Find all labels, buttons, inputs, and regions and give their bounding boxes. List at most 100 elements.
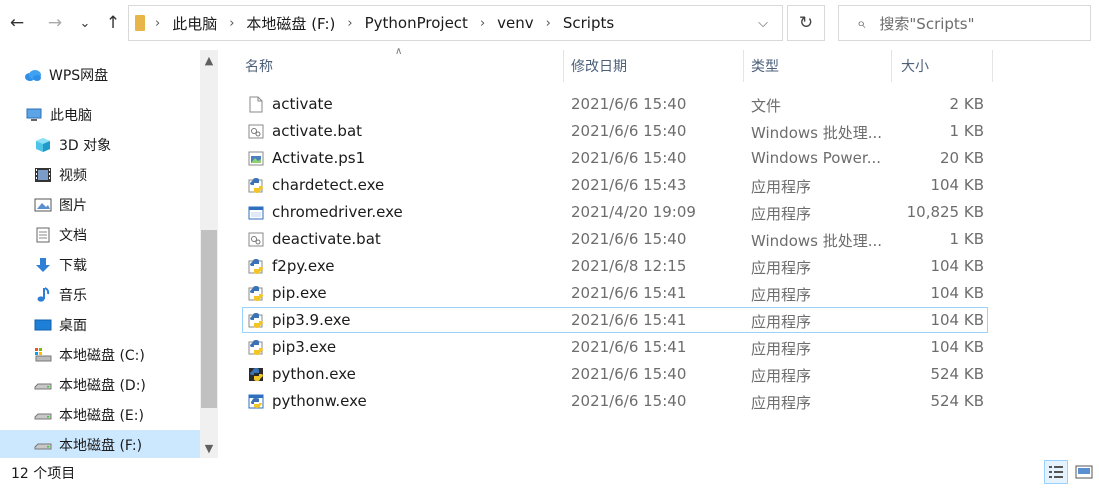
forward-button[interactable]: → [41,8,69,38]
file-size: 104 KB [930,284,984,302]
file-row[interactable]: python.exe 2021/6/6 15:40 应用程序 524 KB [242,361,988,387]
file-row[interactable]: pythonw.exe 2021/6/6 15:40 应用程序 524 KB [242,388,988,414]
breadcrumb-drive-f[interactable]: 本地磁盘 (F:) [246,13,335,34]
file-modified-date: 2021/6/6 15:41 [571,338,687,356]
breadcrumb-scripts[interactable]: Scripts [563,14,614,32]
column-divider[interactable] [992,50,993,82]
column-divider[interactable] [891,50,892,82]
file-type: Windows Power... [751,149,882,167]
back-button[interactable]: ← [3,8,31,38]
sidebar-scrollbar[interactable]: ▲ ▼ [200,50,218,458]
file-modified-date: 2021/6/6 15:41 [571,311,687,329]
file-type: 文件 [751,97,782,115]
recent-locations-button[interactable]: ⌄ [74,8,96,38]
column-header-name[interactable]: 名称 [245,50,563,82]
column-divider[interactable] [563,50,564,82]
file-row[interactable]: pip.exe 2021/6/6 15:41 应用程序 104 KB [242,280,988,306]
sidebar-item-drive-f[interactable]: 本地磁盘 (F:) [0,430,218,458]
column-header-label: 名称 [245,59,273,75]
app-window-icon [248,204,264,221]
large-icons-view-icon [1075,465,1093,479]
column-divider[interactable] [743,50,744,82]
breadcrumb-separator-icon: › [479,15,486,31]
file-modified-date: 2021/6/8 12:15 [571,257,687,275]
file-size: 104 KB [930,338,984,356]
file-name: chromedriver.exe [272,203,403,221]
sidebar-item-documents[interactable]: 文档 [0,220,218,250]
address-bar[interactable]: › 此电脑 › 本地磁盘 (F:) › PythonProject › venv… [128,5,783,41]
batch-file-icon [248,231,264,248]
status-item-count: 12 个项目 [11,466,76,482]
details-view-button[interactable] [1044,460,1068,484]
file-row[interactable]: Activate.ps1 2021/6/6 15:40 Windows Power.… [242,145,988,171]
file-name: activate.bat [272,122,363,140]
python-window-icon [248,393,264,410]
chevron-down-icon: ⌄ [79,15,91,31]
refresh-button[interactable]: ↻ [787,5,825,41]
file-type: 应用程序 [751,286,812,304]
python-exe-icon [248,177,264,194]
scrollbar-thumb[interactable] [201,230,217,408]
file-row[interactable]: pip3.exe 2021/6/6 15:41 应用程序 104 KB [242,334,988,360]
file-name: f2py.exe [272,257,335,275]
sidebar-item-label: 此电脑 [50,108,92,124]
sidebar-item-3d-objects[interactable]: 3D 对象 [0,130,218,160]
file-name: pip3.9.exe [272,311,351,329]
sidebar-item-music[interactable]: 音乐 [0,280,218,310]
sidebar-item-label: 桌面 [59,318,87,334]
scroll-up-arrow-icon[interactable]: ▲ [200,50,218,70]
pictures-icon [34,198,52,212]
file-size: 104 KB [930,257,984,275]
address-dropdown-icon[interactable]: ⌵ [750,6,776,40]
sidebar-item-label: 本地磁盘 (C:) [59,348,145,364]
file-row[interactable]: deactivate.bat 2021/6/6 15:40 Windows 批处理.… [242,226,988,252]
file-icon [248,96,264,113]
scroll-down-arrow-icon[interactable]: ▼ [200,438,218,458]
large-icons-view-button[interactable] [1072,460,1096,484]
file-row[interactable]: chromedriver.exe 2021/4/20 19:09 应用程序 10,82… [242,199,988,225]
file-modified-date: 2021/4/20 19:09 [571,203,696,221]
cloud-icon [25,70,41,81]
documents-icon [36,227,50,243]
powershell-file-icon [248,150,264,167]
sidebar-item-videos[interactable]: 视频 [0,160,218,190]
python-console-icon [248,366,264,383]
batch-file-icon [248,123,264,140]
system-drive-icon [35,348,52,362]
breadcrumb-venv[interactable]: venv [497,14,534,32]
sidebar-item-label: 视频 [59,168,87,184]
file-row[interactable]: pip3.9.exe 2021/6/6 15:41 应用程序 104 KB [242,307,988,333]
file-modified-date: 2021/6/6 15:41 [571,284,687,302]
sidebar-item-wps-cloud[interactable]: WPS网盘 [0,60,218,90]
python-exe-icon [248,258,264,275]
column-header-date[interactable]: 修改日期 [571,50,743,82]
sidebar-item-pictures[interactable]: 图片 [0,190,218,220]
sidebar-item-drive-e[interactable]: 本地磁盘 (E:) [0,400,218,430]
file-size: 1 KB [949,122,984,140]
file-row[interactable]: chardetect.exe 2021/6/6 15:43 应用程序 104 KB [242,172,988,198]
sidebar-item-desktop[interactable]: 桌面 [0,310,218,340]
sidebar-item-drive-c[interactable]: 本地磁盘 (C:) [0,340,218,370]
column-header-type[interactable]: 类型 [751,50,891,82]
column-header-size[interactable]: 大小 [901,50,991,82]
breadcrumb-pythonproject[interactable]: PythonProject [365,14,468,32]
file-row[interactable]: f2py.exe 2021/6/8 12:15 应用程序 104 KB [242,253,988,279]
up-button[interactable]: ↑ [99,8,127,38]
file-name: pip.exe [272,284,327,302]
file-row[interactable]: activate 2021/6/6 15:40 文件 2 KB [242,91,988,117]
search-box[interactable]: ⌕ 搜索"Scripts" [838,5,1091,41]
file-name: python.exe [272,365,356,383]
file-type: 应用程序 [751,178,812,196]
sidebar-item-drive-d[interactable]: 本地磁盘 (D:) [0,370,218,400]
file-size: 104 KB [930,311,984,329]
file-type: 应用程序 [751,367,812,385]
sidebar-item-this-pc[interactable]: 此电脑 [0,100,218,130]
sidebar-item-downloads[interactable]: 下载 [0,250,218,280]
navigation-pane[interactable]: WPS网盘 此电脑 3D 对象 视频 图片 文档 下载 音乐 桌面 本地磁盘 (… [0,50,218,458]
file-row[interactable]: activate.bat 2021/6/6 15:40 Windows 批处理...… [242,118,988,144]
breadcrumb-this-pc[interactable]: 此电脑 [172,13,217,34]
sidebar-item-label: 本地磁盘 (F:) [59,438,143,454]
music-icon [37,287,50,302]
breadcrumb-separator-icon: › [155,15,161,31]
file-modified-date: 2021/6/6 15:40 [571,95,687,113]
